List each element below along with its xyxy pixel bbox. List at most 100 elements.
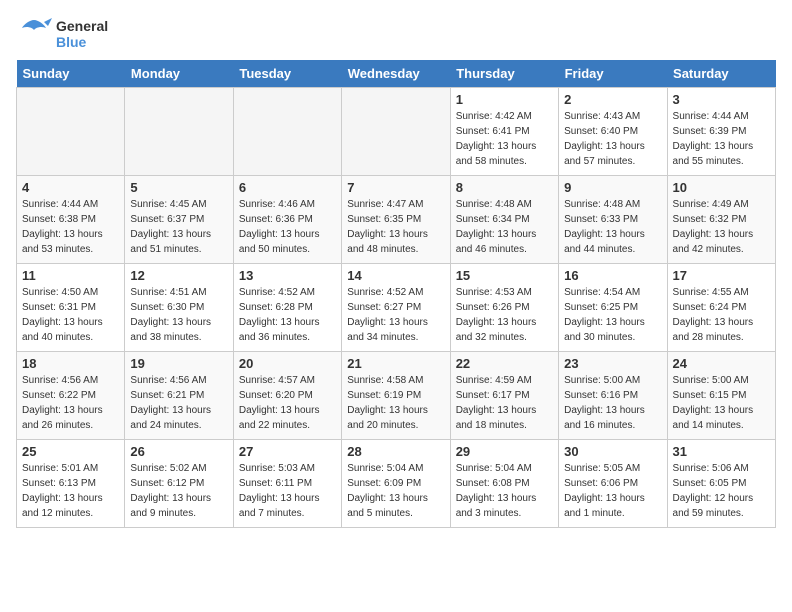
- calendar-cell: 9 Sunrise: 4:48 AMSunset: 6:33 PMDaylight…: [559, 176, 667, 264]
- day-number: 16: [564, 268, 661, 283]
- day-details: Sunrise: 4:46 AMSunset: 6:36 PMDaylight:…: [239, 197, 336, 257]
- calendar-week-row: 25 Sunrise: 5:01 AMSunset: 6:13 PMDayligh…: [17, 440, 776, 528]
- day-details: Sunrise: 4:52 AMSunset: 6:27 PMDaylight:…: [347, 285, 444, 345]
- day-details: Sunrise: 5:05 AMSunset: 6:06 PMDaylight:…: [564, 461, 661, 521]
- day-details: Sunrise: 4:44 AMSunset: 6:38 PMDaylight:…: [22, 197, 119, 257]
- header-tuesday: Tuesday: [233, 60, 341, 88]
- calendar-cell: 11 Sunrise: 4:50 AMSunset: 6:31 PMDayligh…: [17, 264, 125, 352]
- calendar-cell: 29Sunrise: 5:04 AMSunset: 6:08 PMDayligh…: [450, 440, 558, 528]
- day-number: 23: [564, 356, 661, 371]
- day-details: Sunrise: 4:45 AMSunset: 6:37 PMDaylight:…: [130, 197, 227, 257]
- day-number: 21: [347, 356, 444, 371]
- day-details: Sunrise: 4:59 AMSunset: 6:17 PMDaylight:…: [456, 373, 553, 433]
- calendar-cell: 22Sunrise: 4:59 AMSunset: 6:17 PMDayligh…: [450, 352, 558, 440]
- calendar-cell: 17Sunrise: 4:55 AMSunset: 6:24 PMDayligh…: [667, 264, 775, 352]
- day-details: Sunrise: 5:00 AMSunset: 6:16 PMDaylight:…: [564, 373, 661, 433]
- calendar-cell: [125, 88, 233, 176]
- day-number: 11: [22, 268, 119, 283]
- calendar-cell: 20Sunrise: 4:57 AMSunset: 6:20 PMDayligh…: [233, 352, 341, 440]
- calendar-cell: 16 Sunrise: 4:54 AMSunset: 6:25 PMDayligh…: [559, 264, 667, 352]
- day-number: 6: [239, 180, 336, 195]
- calendar-cell: 18 Sunrise: 4:56 AMSunset: 6:22 PMDayligh…: [17, 352, 125, 440]
- calendar-week-row: 1 Sunrise: 4:42 AMSunset: 6:41 PMDaylight…: [17, 88, 776, 176]
- day-details: Sunrise: 4:47 AMSunset: 6:35 PMDaylight:…: [347, 197, 444, 257]
- calendar-cell: 1 Sunrise: 4:42 AMSunset: 6:41 PMDaylight…: [450, 88, 558, 176]
- day-number: 2: [564, 92, 661, 107]
- calendar-week-row: 4 Sunrise: 4:44 AMSunset: 6:38 PMDaylight…: [17, 176, 776, 264]
- calendar-cell: 24 Sunrise: 5:00 AMSunset: 6:15 PMDayligh…: [667, 352, 775, 440]
- calendar-cell: 25 Sunrise: 5:01 AMSunset: 6:13 PMDayligh…: [17, 440, 125, 528]
- day-details: Sunrise: 4:56 AMSunset: 6:21 PMDaylight:…: [130, 373, 227, 433]
- calendar-cell: 4 Sunrise: 4:44 AMSunset: 6:38 PMDaylight…: [17, 176, 125, 264]
- day-number: 29: [456, 444, 553, 459]
- day-details: Sunrise: 5:02 AMSunset: 6:12 PMDaylight:…: [130, 461, 227, 521]
- day-details: Sunrise: 5:00 AMSunset: 6:15 PMDaylight:…: [673, 373, 770, 433]
- day-details: Sunrise: 4:43 AMSunset: 6:40 PMDaylight:…: [564, 109, 661, 169]
- calendar-cell: 26 Sunrise: 5:02 AMSunset: 6:12 PMDayligh…: [125, 440, 233, 528]
- day-number: 26: [130, 444, 227, 459]
- calendar-cell: 12 Sunrise: 4:51 AMSunset: 6:30 PMDayligh…: [125, 264, 233, 352]
- day-number: 14: [347, 268, 444, 283]
- day-details: Sunrise: 5:01 AMSunset: 6:13 PMDaylight:…: [22, 461, 119, 521]
- calendar-cell: 8 Sunrise: 4:48 AMSunset: 6:34 PMDaylight…: [450, 176, 558, 264]
- day-details: Sunrise: 4:54 AMSunset: 6:25 PMDaylight:…: [564, 285, 661, 345]
- header-friday: Friday: [559, 60, 667, 88]
- calendar-cell: 13 Sunrise: 4:52 AMSunset: 6:28 PMDayligh…: [233, 264, 341, 352]
- day-details: Sunrise: 4:48 AMSunset: 6:33 PMDaylight:…: [564, 197, 661, 257]
- day-details: Sunrise: 4:56 AMSunset: 6:22 PMDaylight:…: [22, 373, 119, 433]
- calendar-week-row: 11 Sunrise: 4:50 AMSunset: 6:31 PMDayligh…: [17, 264, 776, 352]
- day-number: 5: [130, 180, 227, 195]
- day-number: 8: [456, 180, 553, 195]
- calendar-cell: 5 Sunrise: 4:45 AMSunset: 6:37 PMDaylight…: [125, 176, 233, 264]
- logo-bird-icon: [16, 16, 52, 52]
- day-details: Sunrise: 4:42 AMSunset: 6:41 PMDaylight:…: [456, 109, 553, 169]
- day-number: 17: [673, 268, 770, 283]
- day-number: 4: [22, 180, 119, 195]
- day-number: 12: [130, 268, 227, 283]
- day-number: 25: [22, 444, 119, 459]
- header-wednesday: Wednesday: [342, 60, 450, 88]
- calendar-cell: 2 Sunrise: 4:43 AMSunset: 6:40 PMDaylight…: [559, 88, 667, 176]
- day-number: 27: [239, 444, 336, 459]
- calendar-cell: 7Sunrise: 4:47 AMSunset: 6:35 PMDaylight…: [342, 176, 450, 264]
- logo-general: General: [56, 18, 108, 34]
- day-number: 19: [130, 356, 227, 371]
- calendar-cell: 23 Sunrise: 5:00 AMSunset: 6:16 PMDayligh…: [559, 352, 667, 440]
- calendar-cell: 19 Sunrise: 4:56 AMSunset: 6:21 PMDayligh…: [125, 352, 233, 440]
- day-number: 10: [673, 180, 770, 195]
- day-number: 15: [456, 268, 553, 283]
- day-details: Sunrise: 4:48 AMSunset: 6:34 PMDaylight:…: [456, 197, 553, 257]
- day-details: Sunrise: 4:44 AMSunset: 6:39 PMDaylight:…: [673, 109, 770, 169]
- calendar-cell: 10 Sunrise: 4:49 AMSunset: 6:32 PMDayligh…: [667, 176, 775, 264]
- day-details: Sunrise: 4:49 AMSunset: 6:32 PMDaylight:…: [673, 197, 770, 257]
- day-details: Sunrise: 4:57 AMSunset: 6:20 PMDaylight:…: [239, 373, 336, 433]
- header-sunday: Sunday: [17, 60, 125, 88]
- day-details: Sunrise: 4:51 AMSunset: 6:30 PMDaylight:…: [130, 285, 227, 345]
- calendar-cell: 31Sunrise: 5:06 AMSunset: 6:05 PMDayligh…: [667, 440, 775, 528]
- header-saturday: Saturday: [667, 60, 775, 88]
- day-number: 13: [239, 268, 336, 283]
- day-number: 28: [347, 444, 444, 459]
- calendar-cell: 21 Sunrise: 4:58 AMSunset: 6:19 PMDayligh…: [342, 352, 450, 440]
- calendar-cell: 6 Sunrise: 4:46 AMSunset: 6:36 PMDaylight…: [233, 176, 341, 264]
- day-number: 18: [22, 356, 119, 371]
- calendar-cell: [233, 88, 341, 176]
- calendar-cell: 27 Sunrise: 5:03 AMSunset: 6:11 PMDayligh…: [233, 440, 341, 528]
- calendar-header-row: SundayMondayTuesdayWednesdayThursdayFrid…: [17, 60, 776, 88]
- day-number: 1: [456, 92, 553, 107]
- page-header: General Blue: [16, 16, 776, 52]
- calendar-cell: 3Sunrise: 4:44 AMSunset: 6:39 PMDaylight…: [667, 88, 775, 176]
- day-details: Sunrise: 5:03 AMSunset: 6:11 PMDaylight:…: [239, 461, 336, 521]
- logo: General Blue: [16, 16, 108, 52]
- calendar-cell: [342, 88, 450, 176]
- calendar-cell: [17, 88, 125, 176]
- day-details: Sunrise: 4:50 AMSunset: 6:31 PMDaylight:…: [22, 285, 119, 345]
- day-details: Sunrise: 4:58 AMSunset: 6:19 PMDaylight:…: [347, 373, 444, 433]
- day-number: 9: [564, 180, 661, 195]
- calendar-table: SundayMondayTuesdayWednesdayThursdayFrid…: [16, 60, 776, 528]
- calendar-cell: 30Sunrise: 5:05 AMSunset: 6:06 PMDayligh…: [559, 440, 667, 528]
- calendar-cell: 28Sunrise: 5:04 AMSunset: 6:09 PMDayligh…: [342, 440, 450, 528]
- day-details: Sunrise: 4:52 AMSunset: 6:28 PMDaylight:…: [239, 285, 336, 345]
- header-monday: Monday: [125, 60, 233, 88]
- day-number: 24: [673, 356, 770, 371]
